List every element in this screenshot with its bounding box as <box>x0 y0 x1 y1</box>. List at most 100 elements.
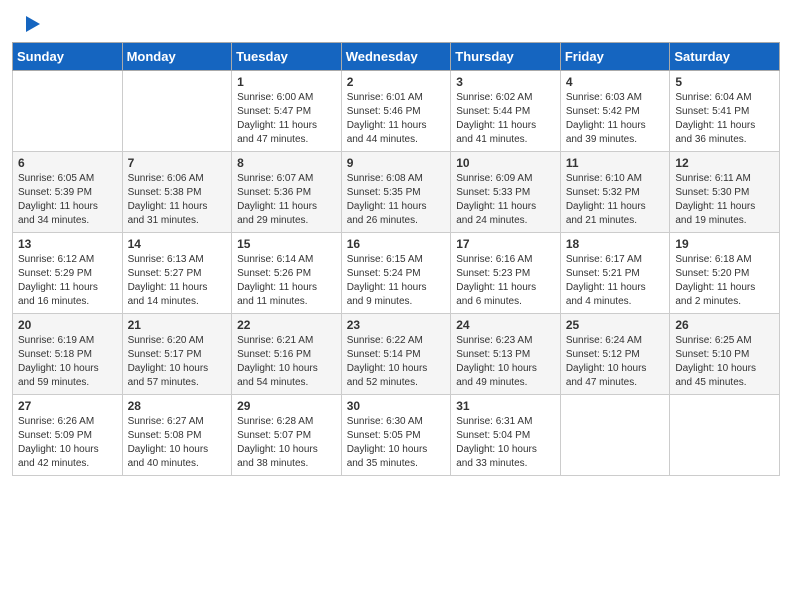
calendar-body: 1 Sunrise: 6:00 AMSunset: 5:47 PMDaylight… <box>13 71 780 476</box>
cell-info: Sunrise: 6:16 AMSunset: 5:23 PMDaylight:… <box>456 254 536 307</box>
day-number: 8 <box>237 156 336 170</box>
calendar-cell: 31 Sunrise: 6:31 AMSunset: 5:04 PMDayligh… <box>451 395 561 476</box>
day-of-week-header: Thursday <box>451 43 561 71</box>
cell-info: Sunrise: 6:18 AMSunset: 5:20 PMDaylight:… <box>675 254 755 307</box>
day-number: 14 <box>128 237 227 251</box>
calendar-cell: 27 Sunrise: 6:26 AMSunset: 5:09 PMDayligh… <box>13 395 123 476</box>
calendar-cell <box>122 71 232 152</box>
calendar-week-row: 1 Sunrise: 6:00 AMSunset: 5:47 PMDaylight… <box>13 71 780 152</box>
calendar-cell: 15 Sunrise: 6:14 AMSunset: 5:26 PMDayligh… <box>232 233 342 314</box>
cell-info: Sunrise: 6:05 AMSunset: 5:39 PMDaylight:… <box>18 173 98 226</box>
calendar-cell: 9 Sunrise: 6:08 AMSunset: 5:35 PMDaylight… <box>341 152 451 233</box>
calendar-cell <box>670 395 780 476</box>
calendar-cell: 29 Sunrise: 6:28 AMSunset: 5:07 PMDayligh… <box>232 395 342 476</box>
day-number: 10 <box>456 156 555 170</box>
day-number: 11 <box>566 156 665 170</box>
cell-info: Sunrise: 6:27 AMSunset: 5:08 PMDaylight:… <box>128 416 209 469</box>
calendar-week-row: 20Sunrise: 6:19 AMSunset: 5:18 PMDayligh… <box>13 314 780 395</box>
calendar-cell: 22 Sunrise: 6:21 AMSunset: 5:16 PMDayligh… <box>232 314 342 395</box>
day-number: 6 <box>18 156 117 170</box>
day-of-week-header: Friday <box>560 43 670 71</box>
cell-info: Sunrise: 6:20 AMSunset: 5:17 PMDaylight:… <box>128 335 209 388</box>
calendar-cell: 14 Sunrise: 6:13 AMSunset: 5:27 PMDayligh… <box>122 233 232 314</box>
calendar-cell: 6 Sunrise: 6:05 AMSunset: 5:39 PMDaylight… <box>13 152 123 233</box>
cell-info: Sunrise: 6:14 AMSunset: 5:26 PMDaylight:… <box>237 254 317 307</box>
day-of-week-header: Monday <box>122 43 232 71</box>
day-number: 22 <box>237 318 336 332</box>
day-number: 5 <box>675 75 774 89</box>
cell-info: Sunrise: 6:10 AMSunset: 5:32 PMDaylight:… <box>566 173 646 226</box>
cell-info: Sunrise: 6:08 AMSunset: 5:35 PMDaylight:… <box>347 173 427 226</box>
cell-info: Sunrise: 6:23 AMSunset: 5:13 PMDaylight:… <box>456 335 537 388</box>
cell-info: Sunrise: 6:24 AMSunset: 5:12 PMDaylight:… <box>566 335 647 388</box>
day-number: 25 <box>566 318 665 332</box>
page-header <box>0 0 792 42</box>
day-number: 21 <box>128 318 227 332</box>
calendar-cell: 23 Sunrise: 6:22 AMSunset: 5:14 PMDayligh… <box>341 314 451 395</box>
calendar-cell: 30Sunrise: 6:30 AMSunset: 5:05 PMDayligh… <box>341 395 451 476</box>
calendar-cell: 8 Sunrise: 6:07 AMSunset: 5:36 PMDaylight… <box>232 152 342 233</box>
cell-info: Sunrise: 6:25 AMSunset: 5:10 PMDaylight:… <box>675 335 756 388</box>
day-of-week-header: Saturday <box>670 43 780 71</box>
calendar-header: SundayMondayTuesdayWednesdayThursdayFrid… <box>13 43 780 71</box>
cell-info: Sunrise: 6:04 AMSunset: 5:41 PMDaylight:… <box>675 92 755 145</box>
cell-info: Sunrise: 6:21 AMSunset: 5:16 PMDaylight:… <box>237 335 318 388</box>
day-number: 26 <box>675 318 774 332</box>
calendar-table: SundayMondayTuesdayWednesdayThursdayFrid… <box>12 42 780 476</box>
calendar-cell: 12 Sunrise: 6:11 AMSunset: 5:30 PMDayligh… <box>670 152 780 233</box>
cell-info: Sunrise: 6:31 AMSunset: 5:04 PMDaylight:… <box>456 416 537 469</box>
cell-info: Sunrise: 6:02 AMSunset: 5:44 PMDaylight:… <box>456 92 536 145</box>
day-number: 3 <box>456 75 555 89</box>
day-number: 28 <box>128 399 227 413</box>
calendar-cell: 5 Sunrise: 6:04 AMSunset: 5:41 PMDaylight… <box>670 71 780 152</box>
cell-info: Sunrise: 6:17 AMSunset: 5:21 PMDaylight:… <box>566 254 646 307</box>
day-number: 13 <box>18 237 117 251</box>
day-number: 27 <box>18 399 117 413</box>
day-number: 29 <box>237 399 336 413</box>
day-number: 31 <box>456 399 555 413</box>
day-number: 4 <box>566 75 665 89</box>
day-of-week-header: Sunday <box>13 43 123 71</box>
calendar-wrapper: SundayMondayTuesdayWednesdayThursdayFrid… <box>0 42 792 488</box>
cell-info: Sunrise: 6:13 AMSunset: 5:27 PMDaylight:… <box>128 254 208 307</box>
cell-info: Sunrise: 6:00 AMSunset: 5:47 PMDaylight:… <box>237 92 317 145</box>
calendar-cell: 11 Sunrise: 6:10 AMSunset: 5:32 PMDayligh… <box>560 152 670 233</box>
day-number: 2 <box>347 75 446 89</box>
day-number: 7 <box>128 156 227 170</box>
calendar-cell: 13Sunrise: 6:12 AMSunset: 5:29 PMDayligh… <box>13 233 123 314</box>
day-number: 20 <box>18 318 117 332</box>
cell-info: Sunrise: 6:28 AMSunset: 5:07 PMDaylight:… <box>237 416 318 469</box>
cell-info: Sunrise: 6:26 AMSunset: 5:09 PMDaylight:… <box>18 416 99 469</box>
cell-info: Sunrise: 6:30 AMSunset: 5:05 PMDaylight:… <box>347 416 428 469</box>
day-number: 9 <box>347 156 446 170</box>
calendar-cell <box>13 71 123 152</box>
logo <box>24 18 40 32</box>
day-number: 15 <box>237 237 336 251</box>
day-number: 19 <box>675 237 774 251</box>
calendar-cell: 20Sunrise: 6:19 AMSunset: 5:18 PMDayligh… <box>13 314 123 395</box>
calendar-cell: 2 Sunrise: 6:01 AMSunset: 5:46 PMDaylight… <box>341 71 451 152</box>
cell-info: Sunrise: 6:22 AMSunset: 5:14 PMDaylight:… <box>347 335 428 388</box>
calendar-cell: 3 Sunrise: 6:02 AMSunset: 5:44 PMDaylight… <box>451 71 561 152</box>
day-of-week-header: Wednesday <box>341 43 451 71</box>
calendar-cell: 17 Sunrise: 6:16 AMSunset: 5:23 PMDayligh… <box>451 233 561 314</box>
calendar-cell: 25 Sunrise: 6:24 AMSunset: 5:12 PMDayligh… <box>560 314 670 395</box>
day-number: 1 <box>237 75 336 89</box>
calendar-week-row: 13Sunrise: 6:12 AMSunset: 5:29 PMDayligh… <box>13 233 780 314</box>
calendar-week-row: 27 Sunrise: 6:26 AMSunset: 5:09 PMDayligh… <box>13 395 780 476</box>
day-number: 23 <box>347 318 446 332</box>
calendar-cell: 28 Sunrise: 6:27 AMSunset: 5:08 PMDayligh… <box>122 395 232 476</box>
day-number: 17 <box>456 237 555 251</box>
cell-info: Sunrise: 6:11 AMSunset: 5:30 PMDaylight:… <box>675 173 755 226</box>
calendar-cell: 7Sunrise: 6:06 AMSunset: 5:38 PMDaylight… <box>122 152 232 233</box>
cell-info: Sunrise: 6:01 AMSunset: 5:46 PMDaylight:… <box>347 92 427 145</box>
days-of-week-row: SundayMondayTuesdayWednesdayThursdayFrid… <box>13 43 780 71</box>
cell-info: Sunrise: 6:07 AMSunset: 5:36 PMDaylight:… <box>237 173 317 226</box>
calendar-cell: 24Sunrise: 6:23 AMSunset: 5:13 PMDayligh… <box>451 314 561 395</box>
calendar-cell: 26 Sunrise: 6:25 AMSunset: 5:10 PMDayligh… <box>670 314 780 395</box>
day-number: 12 <box>675 156 774 170</box>
calendar-cell: 21 Sunrise: 6:20 AMSunset: 5:17 PMDayligh… <box>122 314 232 395</box>
calendar-cell <box>560 395 670 476</box>
calendar-cell: 19 Sunrise: 6:18 AMSunset: 5:20 PMDayligh… <box>670 233 780 314</box>
calendar-cell: 1 Sunrise: 6:00 AMSunset: 5:47 PMDaylight… <box>232 71 342 152</box>
